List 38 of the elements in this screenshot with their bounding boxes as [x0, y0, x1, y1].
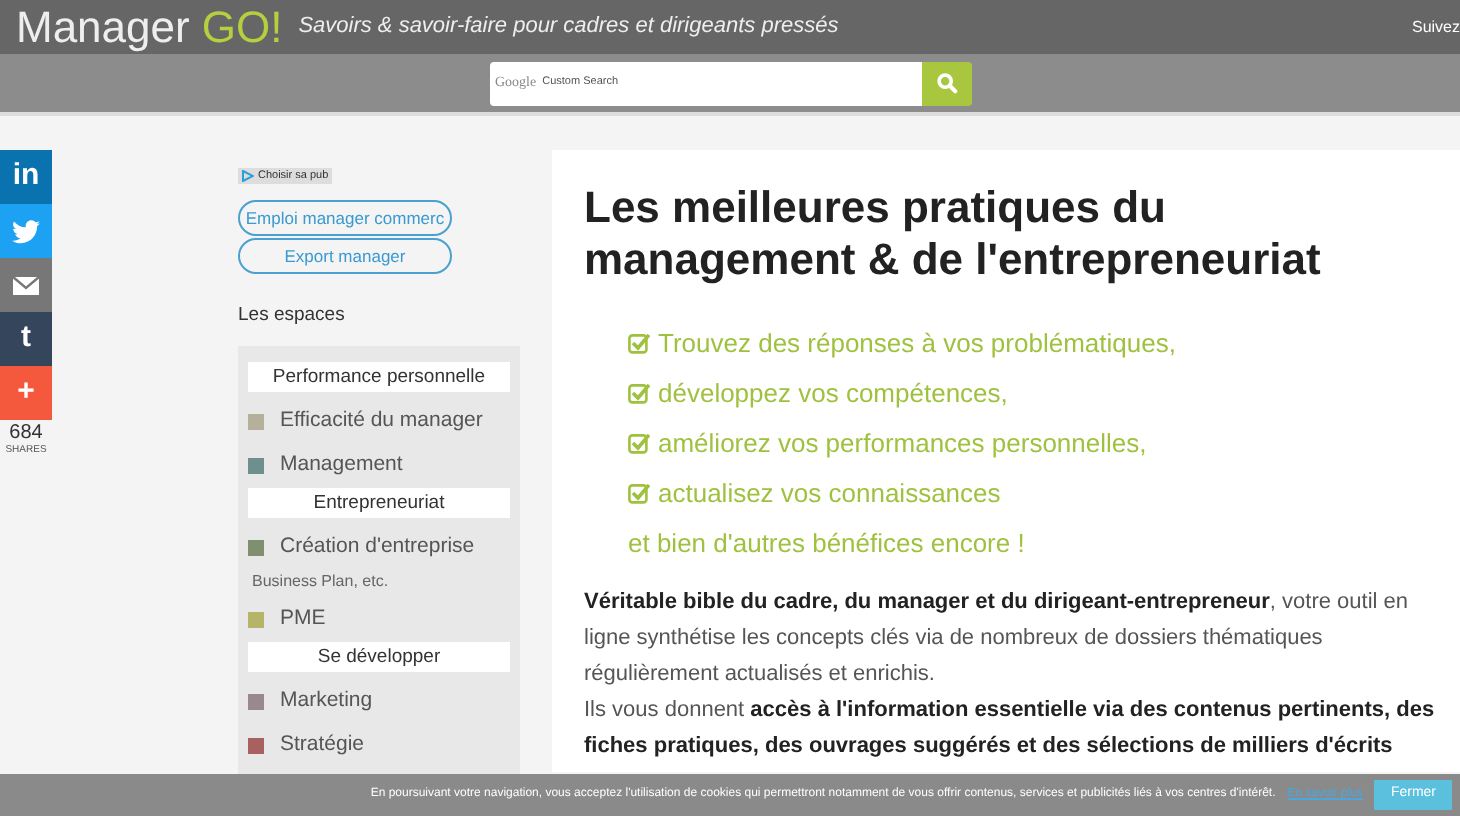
- tagline: Savoirs & savoir-faire pour cadres et dirigeants pressés: [298, 12, 839, 43]
- share-count: 684: [9, 424, 43, 444]
- sidebar-note: Business Plan, etc.: [250, 570, 391, 595]
- checkbox-icon: [628, 381, 650, 404]
- sidebar-item[interactable]: PME: [248, 598, 510, 643]
- checkbox-icon: [628, 331, 650, 354]
- search-button[interactable]: [921, 61, 971, 105]
- tumblr-share-button[interactable]: t: [0, 312, 52, 366]
- logo-text[interactable]: Manager: [16, 5, 190, 49]
- bird-icon: [12, 219, 40, 243]
- page-title: Les meilleures pratiques du management & de l'entrepreneuriat: [584, 182, 1323, 288]
- benefit-text: développez vos compétences,: [658, 375, 1008, 412]
- twitter-share-button[interactable]: [0, 204, 52, 258]
- benefit-text: actualisez vos connaissances: [658, 475, 1001, 512]
- checkbox-icon: [628, 481, 650, 504]
- linkedin-share-button[interactable]: in: [0, 150, 52, 204]
- email-share-button[interactable]: [0, 258, 52, 312]
- category-heading: Se développer: [248, 642, 510, 673]
- sidebar-item[interactable]: Efficacité du manager: [248, 400, 510, 445]
- sidebar-item[interactable]: Marketing: [248, 680, 510, 725]
- category-heading: Entrepreneuriat: [248, 488, 510, 519]
- benefit-text: Trouvez des réponses à vos problématiques,: [658, 325, 1176, 362]
- category-heading: Performance personnelle: [248, 362, 510, 393]
- sidebar-item[interactable]: Stratégie: [248, 724, 510, 769]
- checkbox-icon: [628, 431, 650, 454]
- play-icon: [242, 170, 254, 182]
- sidebar-item[interactable]: Création d'entreprise: [248, 526, 510, 571]
- search-icon: [935, 72, 957, 94]
- sidebar-item[interactable]: Management: [248, 444, 510, 489]
- intro-paragraph: Véritable bible du cadre, du manager et du dirigeant-entrepreneur, votre outil en ligne synthétise les concepts clés via de nombreux de dossiers thématiques régulièrement actualisés et enrichis.: [584, 587, 1411, 690]
- benefit-text: améliorez vos performances personnelles,: [658, 425, 1147, 462]
- intro-paragraph: Ils vous donnent accès à l'information essentielle via des contenus pertinents, des fiches pratiques, des ouvrages suggérés et des sélections de milliers d'écrits: [584, 695, 1437, 762]
- follow-link[interactable]: Suivez: [1411, 15, 1460, 39]
- envelope-icon: [12, 275, 40, 295]
- benefit-text: et bien d'autres bénéfices encore !: [628, 525, 1027, 562]
- more-share-button[interactable]: +: [0, 366, 52, 420]
- section-title: Les espaces: [238, 302, 347, 330]
- logo-text[interactable]: GO!: [201, 5, 283, 49]
